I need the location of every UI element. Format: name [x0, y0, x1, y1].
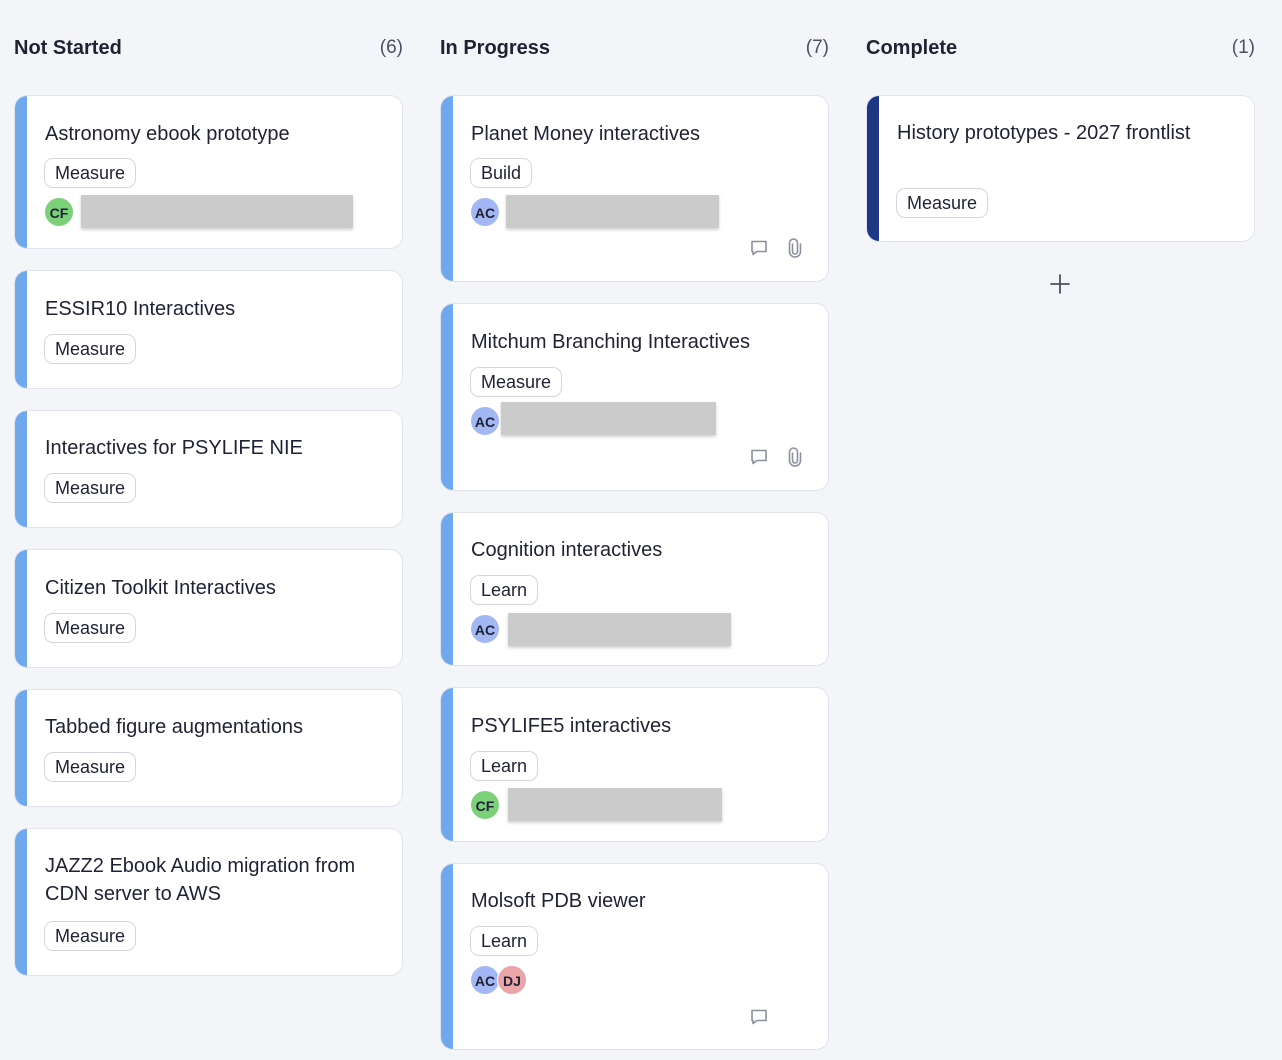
redacted-assignee-name	[508, 788, 722, 821]
column-header: Not Started (6)	[14, 34, 403, 62]
column-title: Complete	[866, 36, 958, 59]
card-title: PSYLIFE5 interactives	[471, 715, 672, 737]
card-title: JAZZ2 Ebook Audio migration from CDN ser…	[45, 855, 356, 905]
card-title: History prototypes - 2027 frontlist	[897, 122, 1191, 144]
card-tag[interactable]: Measure	[44, 752, 137, 782]
task-card[interactable]: Astronomy ebook prototype Measure CF	[14, 95, 403, 249]
paperclip-icon[interactable]	[785, 447, 805, 467]
card-status-bar	[15, 690, 27, 806]
card-tag[interactable]: Learn	[470, 751, 539, 781]
card-status-bar	[15, 271, 27, 388]
card-status-bar	[441, 513, 453, 665]
avatar[interactable]: AC	[470, 197, 500, 227]
card-title: Molsoft PDB viewer	[471, 890, 646, 912]
task-card[interactable]: History prototypes - 2027 frontlist Meas…	[866, 95, 1255, 242]
column-count: (6)	[379, 37, 403, 58]
redacted-assignee-name	[81, 195, 353, 228]
avatar[interactable]: AC	[470, 965, 500, 995]
comment-icon[interactable]	[749, 1007, 769, 1027]
card-status-bar	[441, 304, 453, 490]
card-title: Mitchum Branching Interactives	[471, 331, 751, 353]
paperclip-icon[interactable]	[785, 238, 805, 258]
task-card[interactable]: JAZZ2 Ebook Audio migration from CDN ser…	[14, 828, 403, 976]
card-tag[interactable]: Measure	[44, 334, 137, 364]
task-card[interactable]: PSYLIFE5 interactives Learn CF	[440, 687, 829, 842]
avatar[interactable]: DJ	[497, 965, 527, 995]
column-header: Complete (1)	[866, 34, 1255, 62]
avatar[interactable]: CF	[470, 790, 500, 820]
card-title: Cognition interactives	[471, 539, 663, 561]
task-card[interactable]: Citizen Toolkit Interactives Measure	[14, 549, 403, 668]
card-title: Citizen Toolkit Interactives	[45, 577, 276, 599]
card-title: Interactives for PSYLIFE NIE	[45, 437, 303, 459]
card-tag[interactable]: Measure	[44, 613, 137, 643]
card-tag[interactable]: Learn	[470, 926, 539, 956]
column-title: Not Started	[14, 36, 122, 59]
column-count: (7)	[805, 37, 829, 58]
add-card-button[interactable]	[1048, 272, 1072, 296]
avatar[interactable]: AC	[470, 614, 500, 644]
plus-icon	[1050, 274, 1070, 294]
card-status-bar	[867, 96, 879, 241]
card-status-bar	[15, 829, 27, 975]
card-tag[interactable]: Measure	[44, 921, 137, 951]
task-card[interactable]: Planet Money interactives Build AC	[440, 95, 829, 282]
card-tag[interactable]: Measure	[896, 188, 989, 218]
card-status-bar	[15, 411, 27, 527]
task-card[interactable]: Tabbed figure augmentations Measure	[14, 689, 403, 807]
card-status-bar	[441, 864, 453, 1049]
comment-icon[interactable]	[749, 447, 769, 467]
card-title: Tabbed figure augmentations	[45, 716, 303, 738]
card-status-bar	[15, 550, 27, 667]
column-header: In Progress (7)	[440, 34, 829, 62]
redacted-assignee-name	[506, 195, 719, 228]
card-title: ESSIR10 Interactives	[45, 298, 236, 320]
card-title: Planet Money interactives	[471, 123, 701, 145]
redacted-assignee-name	[501, 402, 716, 435]
task-card[interactable]: ESSIR10 Interactives Measure	[14, 270, 403, 389]
redacted-assignee-name	[508, 613, 731, 646]
card-tag[interactable]: Learn	[470, 575, 539, 605]
card-tag[interactable]: Measure	[44, 473, 137, 503]
comment-icon[interactable]	[749, 238, 769, 258]
task-card[interactable]: Mitchum Branching Interactives Measure A…	[440, 303, 829, 491]
card-title: Astronomy ebook prototype	[45, 123, 290, 145]
card-tag[interactable]: Build	[470, 158, 533, 188]
card-status-bar	[441, 96, 453, 281]
task-card[interactable]: Molsoft PDB viewer Learn AC DJ	[440, 863, 829, 1050]
card-tag[interactable]: Measure	[44, 158, 137, 188]
card-status-bar	[441, 688, 453, 841]
column-count: (1)	[1231, 37, 1255, 58]
task-card[interactable]: Cognition interactives Learn AC	[440, 512, 829, 666]
card-tag[interactable]: Measure	[470, 367, 563, 397]
avatar[interactable]: AC	[470, 406, 500, 436]
avatar[interactable]: CF	[44, 197, 74, 227]
column-title: In Progress	[440, 36, 551, 59]
task-card[interactable]: Interactives for PSYLIFE NIE Measure	[14, 410, 403, 528]
card-status-bar	[15, 96, 27, 248]
